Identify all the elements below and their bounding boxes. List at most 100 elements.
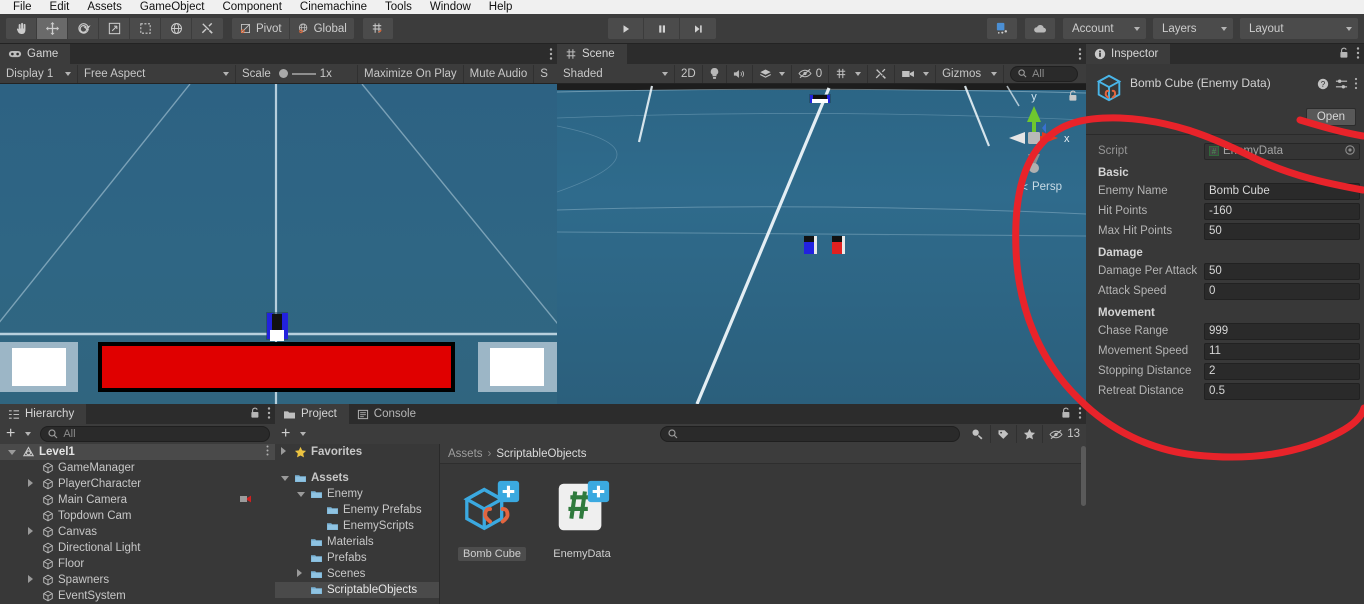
- scene-view-render[interactable]: y x < Persp: [557, 84, 1086, 404]
- collab-icon[interactable]: [987, 18, 1018, 39]
- display-dropdown[interactable]: Display 1: [0, 64, 78, 83]
- project-tree-item-materials[interactable]: Materials: [275, 534, 439, 550]
- shading-dropdown[interactable]: Shaded: [557, 64, 675, 83]
- hierarchy-item-gamemanager[interactable]: GameManager: [0, 460, 275, 476]
- inspector-menu-icon[interactable]: [1356, 46, 1360, 63]
- lighting-toggle[interactable]: [703, 64, 727, 83]
- filter-favorites-button[interactable]: [1017, 425, 1044, 443]
- game-view-render[interactable]: [0, 84, 557, 404]
- property-input[interactable]: 0.5: [1204, 382, 1360, 400]
- scale-slider[interactable]: Scale 1x: [236, 64, 358, 83]
- breadcrumb-root[interactable]: Assets: [448, 448, 483, 460]
- project-tree-item-scriptableobjects[interactable]: ScriptableObjects: [275, 582, 439, 598]
- menu-item-assets[interactable]: Assets: [78, 1, 131, 14]
- property-input[interactable]: -160: [1204, 202, 1360, 220]
- collapse-arrow-icon[interactable]: [297, 488, 308, 500]
- menu-item-gameobject[interactable]: GameObject: [131, 1, 214, 14]
- expand-arrow-icon[interactable]: [281, 446, 292, 458]
- scene-lock-icon[interactable]: [1068, 90, 1078, 105]
- cloud-icon[interactable]: [1025, 18, 1056, 39]
- property-input[interactable]: 11: [1204, 342, 1360, 360]
- toggle-2d-button[interactable]: 2D: [675, 64, 703, 83]
- menu-item-edit[interactable]: Edit: [41, 1, 79, 14]
- custom-tool-button[interactable]: [192, 18, 223, 39]
- property-input[interactable]: 50: [1204, 262, 1360, 280]
- open-button[interactable]: Open: [1305, 108, 1356, 126]
- hierarchy-lock-icon[interactable]: [250, 407, 260, 422]
- scale-tool-button[interactable]: [99, 18, 130, 39]
- hierarchy-item-floor[interactable]: Floor: [0, 556, 275, 572]
- hierarchy-item-topdown-cam[interactable]: Topdown Cam: [0, 508, 275, 524]
- tab-game[interactable]: Game: [0, 44, 71, 64]
- scene-tab-menu[interactable]: [1078, 44, 1082, 64]
- tab-scene[interactable]: Scene: [557, 44, 627, 64]
- expand-arrow-icon[interactable]: [297, 568, 308, 580]
- project-add-button[interactable]: +: [275, 426, 310, 442]
- transform-tool-button[interactable]: [161, 18, 192, 39]
- gizmos-dropdown[interactable]: Gizmos: [936, 64, 1005, 83]
- tab-hierarchy[interactable]: Hierarchy: [0, 404, 87, 424]
- grid-snap-button[interactable]: [362, 18, 394, 39]
- filter-by-type-button[interactable]: [965, 425, 992, 443]
- step-button[interactable]: [680, 18, 716, 39]
- menu-item-tools[interactable]: Tools: [376, 1, 421, 14]
- property-input[interactable]: 50: [1204, 222, 1360, 240]
- project-tree-item-enemyscripts[interactable]: EnemyScripts: [275, 518, 439, 534]
- layers-dropdown[interactable]: Layers: [1153, 18, 1233, 39]
- project-hidden-count[interactable]: 13: [1043, 425, 1086, 443]
- game-tab-menu[interactable]: [549, 44, 553, 64]
- mute-audio-toggle[interactable]: Mute Audio: [464, 64, 535, 83]
- project-tree-item-assets[interactable]: Assets: [275, 470, 439, 486]
- project-search-input[interactable]: [660, 426, 961, 442]
- breadcrumb-current[interactable]: ScriptableObjects: [496, 448, 586, 460]
- filter-by-label-button[interactable]: [991, 425, 1018, 443]
- kebab-menu-icon[interactable]: [1354, 77, 1358, 93]
- expand-arrow-icon[interactable]: [28, 526, 40, 538]
- project-tree-item-enemy-prefabs[interactable]: Enemy Prefabs: [275, 502, 439, 518]
- hierarchy-item-spawners[interactable]: Spawners: [0, 572, 275, 588]
- tab-inspector[interactable]: Inspector: [1086, 44, 1171, 64]
- hierarchy-item-directional-light[interactable]: Directional Light: [0, 540, 275, 556]
- menu-item-help[interactable]: Help: [480, 1, 522, 14]
- asset-grid[interactable]: Bomb Cube EnemyData: [440, 464, 1086, 561]
- hierarchy-item-canvas[interactable]: Canvas: [0, 524, 275, 540]
- aspect-dropdown[interactable]: Free Aspect: [78, 64, 236, 83]
- hierarchy-menu-icon[interactable]: [267, 406, 271, 423]
- project-scrollbar[interactable]: [1081, 444, 1086, 604]
- expand-arrow-icon[interactable]: [28, 574, 40, 586]
- project-tree-item-enemy[interactable]: Enemy: [275, 486, 439, 502]
- camera-dropdown[interactable]: [895, 64, 937, 83]
- hierarchy-add-button[interactable]: +: [0, 426, 35, 442]
- account-dropdown[interactable]: Account: [1063, 18, 1146, 39]
- global-toggle[interactable]: Global: [289, 18, 354, 39]
- grid-dropdown[interactable]: [829, 64, 869, 83]
- hierarchy-tree[interactable]: Level1 GameManager PlayerCharacter Main Cam…: [0, 444, 275, 604]
- object-picker-icon[interactable]: [1345, 144, 1355, 158]
- inspector-lock-icon[interactable]: [1339, 47, 1349, 62]
- project-tree-item-prefabs[interactable]: Prefabs: [275, 550, 439, 566]
- hierarchy-search-input[interactable]: All: [40, 426, 270, 442]
- hierarchy-item-eventsystem[interactable]: EventSystem: [0, 588, 275, 604]
- collapse-arrow-icon[interactable]: [281, 472, 292, 484]
- menu-item-component[interactable]: Component: [213, 1, 290, 14]
- scene-tools-button[interactable]: [868, 64, 896, 83]
- menu-item-cinemachine[interactable]: Cinemachine: [291, 1, 376, 14]
- asset-item[interactable]: Bomb Cube: [454, 476, 530, 561]
- menu-item-file[interactable]: File: [4, 1, 41, 14]
- fx-dropdown[interactable]: [753, 64, 792, 83]
- project-folder-tree[interactable]: Favorites Assets Enemy Enemy Prefabs EnemySc…: [275, 444, 440, 604]
- help-icon[interactable]: ?: [1317, 78, 1329, 93]
- move-tool-button[interactable]: [37, 18, 68, 39]
- hierarchy-item-main-camera[interactable]: Main Camera: [0, 492, 275, 508]
- project-lock-icon[interactable]: [1061, 407, 1071, 422]
- project-tree-item-scenes[interactable]: Scenes: [275, 566, 439, 582]
- project-menu-icon[interactable]: [1078, 406, 1082, 423]
- collapse-arrow-icon[interactable]: [8, 446, 20, 458]
- tab-project[interactable]: Project: [275, 404, 349, 424]
- expand-arrow-icon[interactable]: [28, 478, 40, 490]
- property-input[interactable]: 2: [1204, 362, 1360, 380]
- property-input[interactable]: 0: [1204, 282, 1360, 300]
- script-object-field[interactable]: # EnemyData: [1204, 142, 1360, 160]
- tab-console[interactable]: Console: [348, 404, 428, 424]
- pause-button[interactable]: [644, 18, 680, 39]
